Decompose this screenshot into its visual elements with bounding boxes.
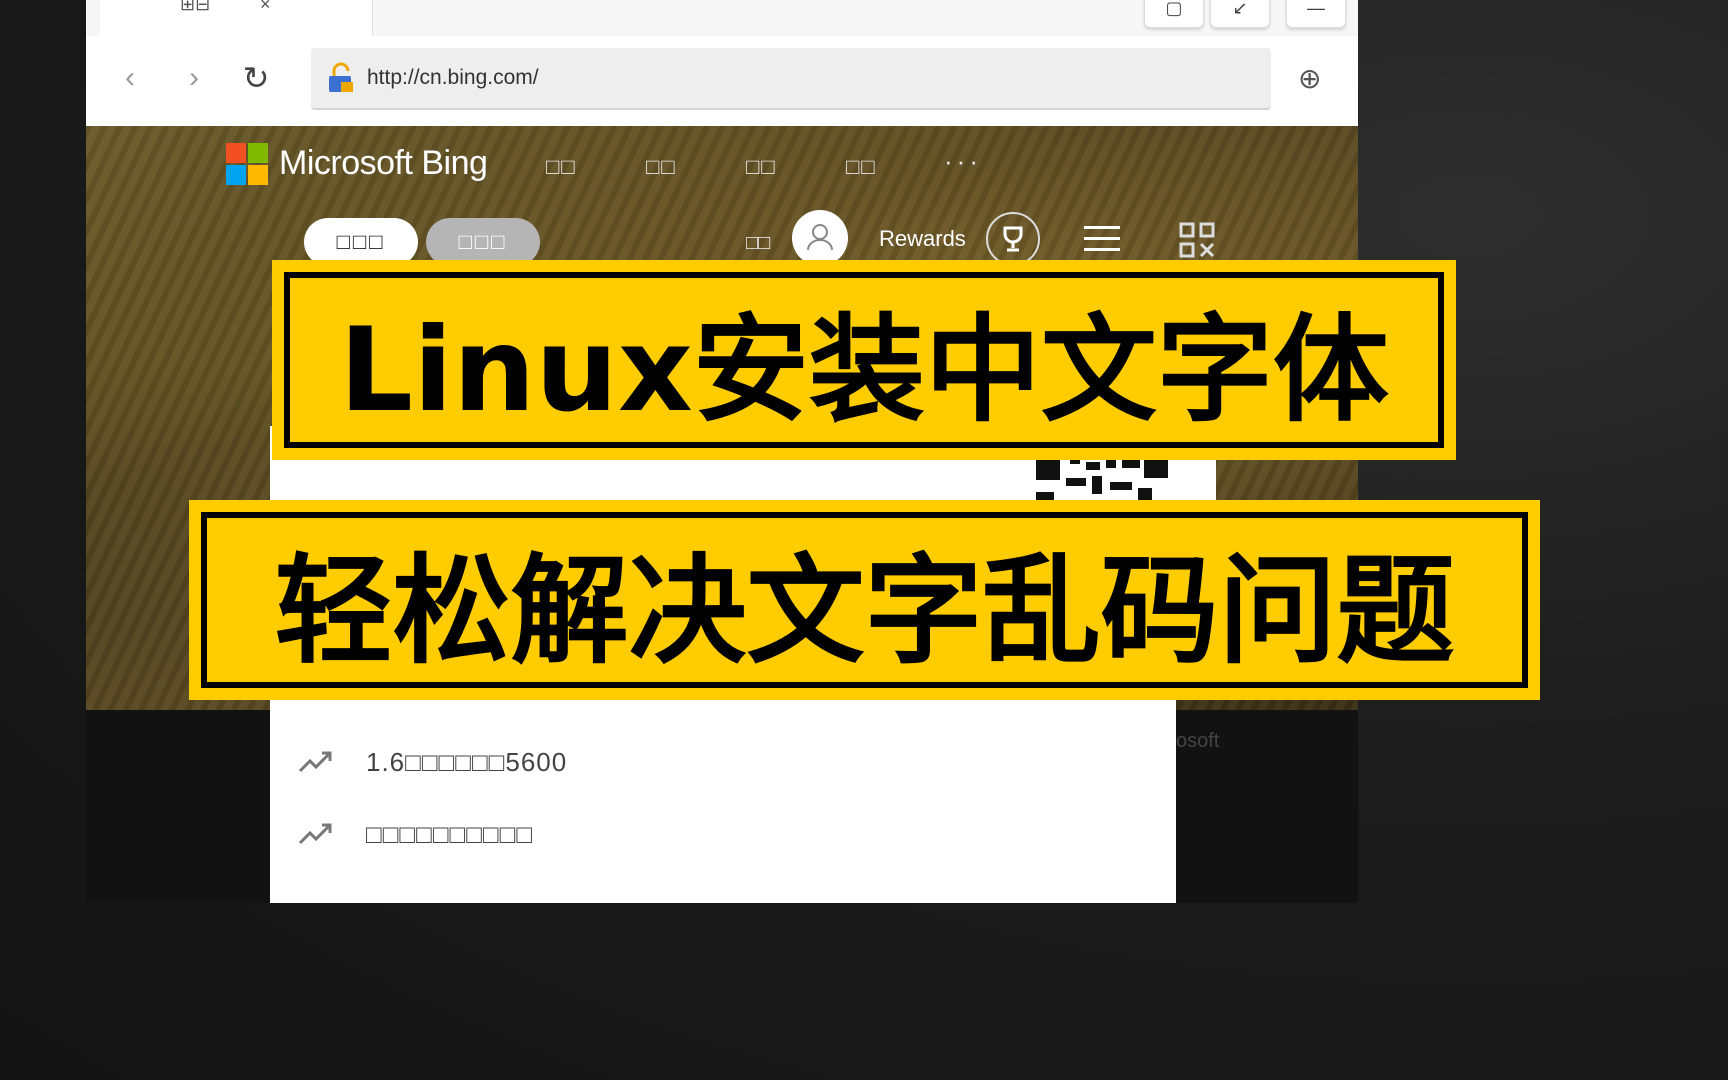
- search-tab[interactable]: □□□: [426, 218, 540, 266]
- tab-close-icon[interactable]: ×: [260, 0, 271, 15]
- trending-icon: [298, 823, 332, 845]
- rewards-link[interactable]: Rewards: [879, 226, 966, 252]
- tab-favicon: ⊞⊟: [180, 0, 211, 14]
- suggestion-text: □□□□□□□□□□: [366, 818, 534, 849]
- subtitle-banner: 轻松解决文字乱码问题: [189, 500, 1540, 700]
- bing-brand[interactable]: Microsoft Bing: [279, 144, 488, 183]
- forward-icon[interactable]: ›: [174, 58, 214, 98]
- suggestion-item[interactable]: 1.6□□□□□□5600: [296, 742, 567, 782]
- address-bar[interactable]: http://cn.bing.com/: [311, 48, 1271, 110]
- suggestion-text: 1.6□□□□□□5600: [366, 746, 568, 777]
- screenshot-button[interactable]: ▢: [1144, 0, 1204, 28]
- suggestion-item[interactable]: □□□□□□□□□□: [296, 814, 533, 854]
- more-menu[interactable]: ···: [944, 146, 982, 177]
- nav-item[interactable]: □□: [546, 154, 577, 180]
- title-banner: Linux安装中文字体: [272, 260, 1456, 460]
- menu-button[interactable]: —: [1286, 0, 1346, 28]
- reload-icon[interactable]: ↻: [236, 58, 276, 98]
- trophy-icon[interactable]: [986, 212, 1040, 266]
- lock-icon: [329, 62, 353, 92]
- banner-subtitle: 轻松解决文字乱码问题: [274, 541, 1455, 680]
- restore-button[interactable]: ↙: [1210, 0, 1270, 28]
- tab-bar: ⊞⊟ × ▢ ↙ —: [86, 0, 1358, 36]
- back-icon[interactable]: ‹: [110, 58, 150, 98]
- footer-text: osoft: [1176, 730, 1220, 752]
- add-favorite-icon[interactable]: ⊕: [1298, 62, 1321, 95]
- search-tab-active[interactable]: □□□: [304, 218, 418, 266]
- navigation-bar: ‹ › ↻ http://cn.bing.com/ ⊕: [86, 36, 1358, 126]
- qr-code-icon[interactable]: [1179, 222, 1215, 258]
- browser-tab[interactable]: ⊞⊟ ×: [100, 0, 373, 36]
- nav-item[interactable]: □□: [846, 154, 877, 180]
- url-text: http://cn.bing.com/: [367, 66, 539, 89]
- banner-title: Linux安装中文字体: [339, 303, 1389, 438]
- nav-item[interactable]: □□: [646, 154, 677, 180]
- microsoft-logo: [226, 143, 268, 185]
- trending-icon: [298, 751, 332, 773]
- hamburger-menu-icon[interactable]: [1084, 226, 1120, 259]
- nav-item[interactable]: □□: [746, 154, 777, 180]
- user-avatar-icon[interactable]: [792, 210, 848, 266]
- language-toggle[interactable]: □□: [746, 232, 770, 255]
